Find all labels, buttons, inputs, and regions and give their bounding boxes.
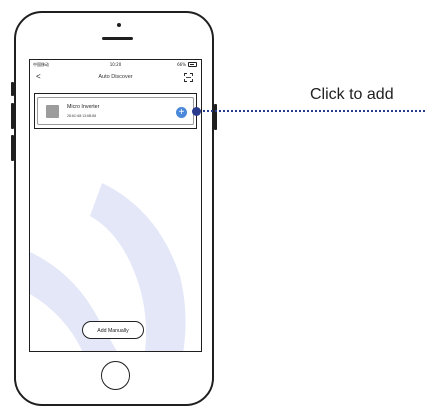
phone-screen: 中国移动 10:20 66% < Auto Discover Micro Inv… <box>29 59 202 352</box>
home-button[interactable] <box>101 361 130 390</box>
device-thumbnail <box>46 105 59 118</box>
device-name: Micro Inverter <box>67 104 99 110</box>
front-camera <box>117 23 121 27</box>
device-card-inner: Micro Inverter 28:6C:68:13:6B:88 + <box>37 97 194 125</box>
device-list-item: Micro Inverter 28:6C:68:13:6B:88 + <box>34 93 197 129</box>
add-manually-button[interactable]: Add Manually <box>82 321 144 339</box>
status-time: 10:20 <box>30 62 201 67</box>
phone-volume-up-button <box>11 103 14 129</box>
phone-volume-down-button <box>11 135 14 161</box>
battery-percent: 66% <box>177 62 186 67</box>
battery-icon <box>188 62 197 67</box>
callout-dot <box>192 107 201 116</box>
scan-qr-icon[interactable] <box>184 73 193 82</box>
phone-side-button <box>11 82 14 96</box>
callout-label: Click to add <box>310 86 394 104</box>
callout-dotted-line <box>199 110 425 112</box>
page-title: Auto Discover <box>30 74 201 80</box>
status-right: 66% <box>177 62 197 67</box>
plus-icon: + <box>179 107 185 118</box>
add-device-button[interactable]: + <box>176 107 187 118</box>
earpiece-speaker <box>102 37 133 40</box>
phone-power-button <box>214 104 217 130</box>
status-bar: 中国移动 10:20 66% <box>30 60 201 69</box>
nav-bar: < Auto Discover <box>30 71 201 85</box>
device-mac-address: 28:6C:68:13:6B:88 <box>67 114 96 118</box>
